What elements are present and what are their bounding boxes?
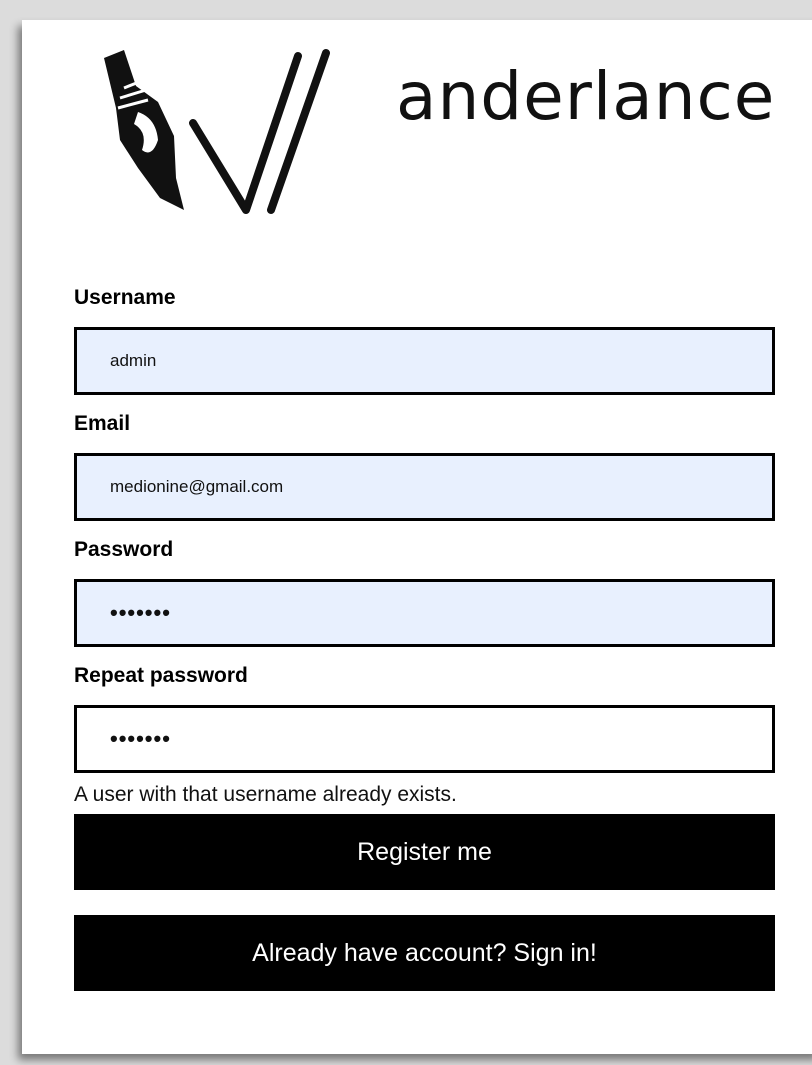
brand-wordmark: anderlance bbox=[396, 58, 776, 135]
repeat-password-input[interactable]: ••••••• bbox=[74, 705, 775, 773]
brand-logo: anderlance bbox=[98, 28, 774, 228]
username-input[interactable]: admin bbox=[74, 327, 775, 395]
repeat-password-label: Repeat password bbox=[74, 664, 248, 687]
pen-nib-w-logo-icon bbox=[104, 49, 330, 214]
email-input[interactable]: medionine@gmail.com bbox=[74, 453, 775, 521]
sign-in-button[interactable]: Already have account? Sign in! bbox=[74, 915, 775, 991]
password-input[interactable]: ••••••• bbox=[74, 579, 775, 647]
username-label: Username bbox=[74, 286, 176, 309]
error-message: A user with that username already exists… bbox=[74, 783, 457, 806]
password-label: Password bbox=[74, 538, 174, 561]
register-form: Username admin Email medionine@gmail.com… bbox=[74, 284, 775, 991]
email-label: Email bbox=[74, 412, 131, 435]
register-button[interactable]: Register me bbox=[74, 814, 775, 890]
